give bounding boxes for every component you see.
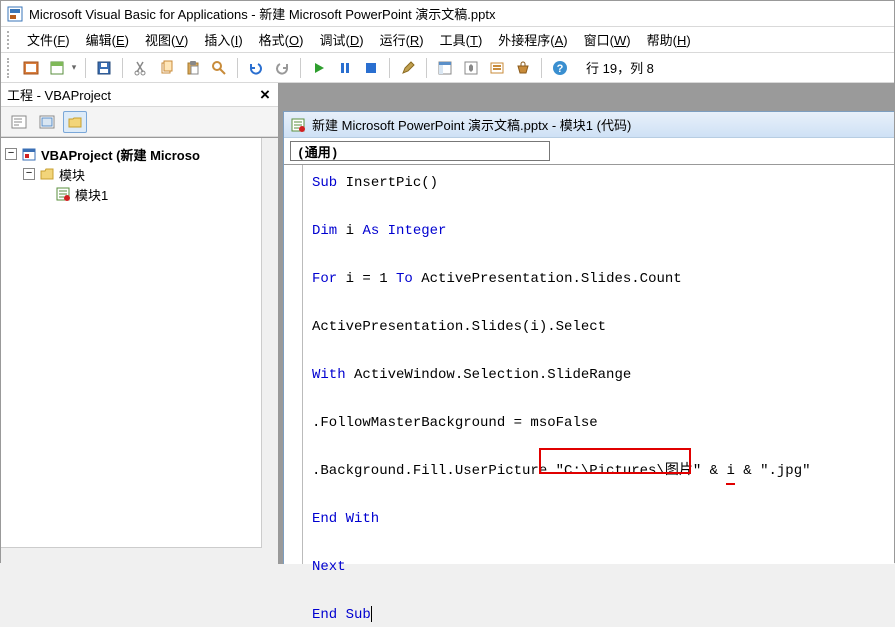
toolbar-grip bbox=[7, 58, 13, 78]
code-window-title: 新建 Microsoft PowerPoint 演示文稿.pptx - 模块1 … bbox=[312, 115, 631, 134]
mdi-area: 新建 Microsoft PowerPoint 演示文稿.pptx - 模块1 … bbox=[279, 83, 894, 564]
project-panel-title: 工程 - VBAProject bbox=[7, 85, 111, 104]
tree-root-label: VBAProject (新建 Microso bbox=[41, 145, 200, 164]
insert-dropdown[interactable]: ▾ bbox=[69, 62, 79, 73]
object-browser-button[interactable] bbox=[485, 56, 509, 80]
menu-help[interactable]: 帮助(H) bbox=[641, 28, 697, 51]
object-dropdown[interactable]: (通用) bbox=[290, 141, 550, 161]
project-panel-toolbar bbox=[1, 107, 278, 137]
folder-icon bbox=[39, 166, 55, 182]
run-button[interactable] bbox=[307, 56, 331, 80]
menu-insert[interactable]: 插入(I) bbox=[198, 28, 248, 51]
save-button[interactable] bbox=[92, 56, 116, 80]
menu-debug[interactable]: 调试(D) bbox=[313, 28, 369, 51]
tree-module-item[interactable]: 模块1 bbox=[5, 184, 274, 204]
menu-view[interactable]: 视图(V) bbox=[139, 28, 194, 51]
code-window-titlebar[interactable]: 新建 Microsoft PowerPoint 演示文稿.pptx - 模块1 … bbox=[284, 112, 894, 138]
code-editor[interactable]: Sub InsertPic() Dim i As Integer For i =… bbox=[284, 164, 894, 564]
toggle-folders-button[interactable] bbox=[63, 111, 87, 133]
menubar-grip bbox=[7, 31, 13, 49]
code-window: 新建 Microsoft PowerPoint 演示文稿.pptx - 模块1 … bbox=[283, 111, 894, 564]
find-button[interactable] bbox=[207, 56, 231, 80]
cursor-position-status: 行 19，列 8 bbox=[586, 58, 654, 77]
menu-addins[interactable]: 外接程序(A) bbox=[492, 28, 573, 51]
menu-edit[interactable]: 编辑(E) bbox=[80, 28, 135, 51]
help-button[interactable]: ? bbox=[548, 56, 572, 80]
tree-folder-label: 模块 bbox=[59, 165, 85, 184]
menubar: 文件(F) 编辑(E) 视图(V) 插入(I) 格式(O) 调试(D) 运行(R… bbox=[1, 27, 894, 53]
insert-module-button[interactable] bbox=[45, 56, 69, 80]
project-tree[interactable]: − VBAProject (新建 Microso − 模块 模块1 bbox=[1, 137, 278, 564]
menu-run[interactable]: 运行(R) bbox=[374, 28, 430, 51]
break-button[interactable] bbox=[333, 56, 357, 80]
copy-button[interactable] bbox=[155, 56, 179, 80]
module-icon bbox=[55, 186, 71, 202]
design-mode-button[interactable] bbox=[396, 56, 420, 80]
code-window-icon bbox=[290, 117, 306, 133]
toolbar: ▾ ? 行 19，列 8 bbox=[1, 53, 894, 83]
view-powerpoint-button[interactable] bbox=[19, 56, 43, 80]
app-icon bbox=[7, 6, 23, 22]
project-panel: 工程 - VBAProject × − VBAProject (新建 Micro… bbox=[1, 83, 279, 564]
reset-button[interactable] bbox=[359, 56, 383, 80]
project-panel-header: 工程 - VBAProject × bbox=[1, 83, 278, 107]
project-icon bbox=[21, 146, 37, 162]
tree-collapse-icon[interactable]: − bbox=[23, 168, 35, 180]
undo-button[interactable] bbox=[244, 56, 268, 80]
cut-button[interactable] bbox=[129, 56, 153, 80]
view-object-button[interactable] bbox=[35, 111, 59, 133]
properties-button[interactable] bbox=[459, 56, 483, 80]
menu-window[interactable]: 窗口(W) bbox=[578, 28, 637, 51]
project-explorer-button[interactable] bbox=[433, 56, 457, 80]
toolbox-button[interactable] bbox=[511, 56, 535, 80]
window-title: Microsoft Visual Basic for Applications … bbox=[29, 4, 495, 23]
redo-button[interactable] bbox=[270, 56, 294, 80]
menu-tools[interactable]: 工具(T) bbox=[434, 28, 489, 51]
view-code-button[interactable] bbox=[7, 111, 31, 133]
tree-root-vbaproject[interactable]: − VBAProject (新建 Microso bbox=[5, 144, 274, 164]
text-cursor bbox=[371, 606, 372, 622]
menu-file[interactable]: 文件(F) bbox=[21, 28, 76, 51]
window-titlebar: Microsoft Visual Basic for Applications … bbox=[1, 1, 894, 27]
svg-text:?: ? bbox=[557, 63, 564, 75]
object-dropdown-value: (通用) bbox=[297, 142, 339, 161]
menu-format[interactable]: 格式(O) bbox=[253, 28, 310, 51]
tree-collapse-icon[interactable]: − bbox=[5, 148, 17, 160]
panel-close-button[interactable]: × bbox=[254, 85, 276, 105]
tree-module-label: 模块1 bbox=[75, 185, 108, 204]
paste-button[interactable] bbox=[181, 56, 205, 80]
tree-folder-modules[interactable]: − 模块 bbox=[5, 164, 274, 184]
